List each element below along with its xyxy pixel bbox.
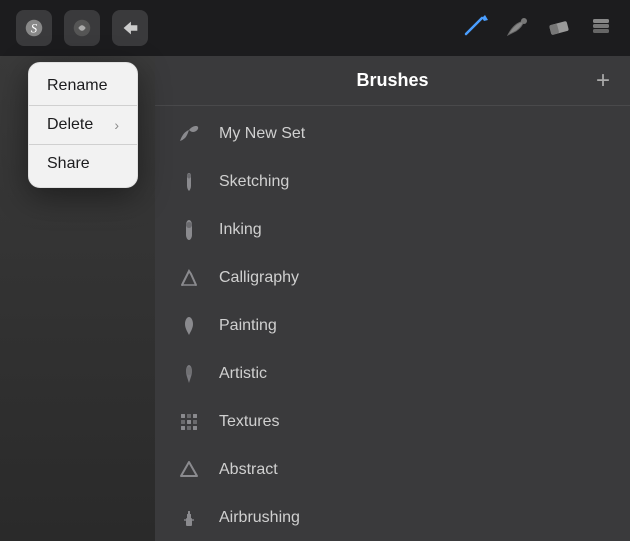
abstract-label: Abstract [219, 461, 278, 479]
delete-button[interactable]: Delete › [29, 106, 137, 145]
toolbar: S [0, 0, 630, 56]
my-new-set-icon [175, 120, 203, 148]
brushes-panel: Brushes + My New Set Sketching Inking [155, 56, 630, 541]
airbrushing-label: Airbrushing [219, 509, 300, 527]
rename-label: Rename [47, 77, 107, 95]
procreate-icon[interactable] [64, 10, 100, 46]
list-item[interactable]: Abstract [155, 446, 630, 494]
toolbar-left: S [16, 10, 148, 46]
delete-label: Delete [47, 116, 93, 134]
toolbar-right [460, 12, 614, 45]
calligraphy-icon [175, 264, 203, 292]
add-brush-set-button[interactable]: + [596, 69, 610, 93]
rename-button[interactable]: Rename [29, 67, 137, 106]
share-button[interactable]: Share [29, 145, 137, 183]
my-new-set-label: My New Set [219, 125, 305, 143]
artistic-label: Artistic [219, 365, 267, 383]
calligraphy-label: Calligraphy [219, 269, 299, 287]
airbrushing-icon [175, 504, 203, 532]
painting-label: Painting [219, 317, 277, 335]
list-item[interactable]: Airbrushing [155, 494, 630, 541]
share-label: Share [47, 155, 90, 173]
painting-icon [175, 312, 203, 340]
inking-icon [175, 216, 203, 244]
list-item[interactable]: My New Set [155, 110, 630, 158]
artistic-icon [175, 360, 203, 388]
list-item[interactable]: Painting [155, 302, 630, 350]
svg-text:S: S [31, 22, 38, 36]
list-item[interactable]: Calligraphy [155, 254, 630, 302]
eraser-tool-icon[interactable] [546, 13, 572, 44]
list-item[interactable]: Artistic [155, 350, 630, 398]
context-menu: Rename Delete › Share [28, 62, 138, 188]
smudge-tool-icon[interactable] [504, 13, 530, 44]
sketchbook-icon[interactable]: S [16, 10, 52, 46]
arrow-icon[interactable] [112, 10, 148, 46]
list-item[interactable]: Inking [155, 206, 630, 254]
inking-label: Inking [219, 221, 262, 239]
brush-tool-icon[interactable] [460, 12, 488, 45]
sketching-icon [175, 168, 203, 196]
brushes-header: Brushes + [155, 56, 630, 106]
sketching-label: Sketching [219, 173, 289, 191]
brushes-title: Brushes [356, 70, 428, 91]
list-item[interactable]: Sketching [155, 158, 630, 206]
delete-arrow: › [114, 117, 119, 133]
brush-list: My New Set Sketching Inking Calligraphy [155, 106, 630, 541]
textures-label: Textures [219, 413, 279, 431]
list-item[interactable]: Textures [155, 398, 630, 446]
layers-tool-icon[interactable] [588, 13, 614, 44]
abstract-icon [175, 456, 203, 484]
textures-icon [175, 408, 203, 436]
